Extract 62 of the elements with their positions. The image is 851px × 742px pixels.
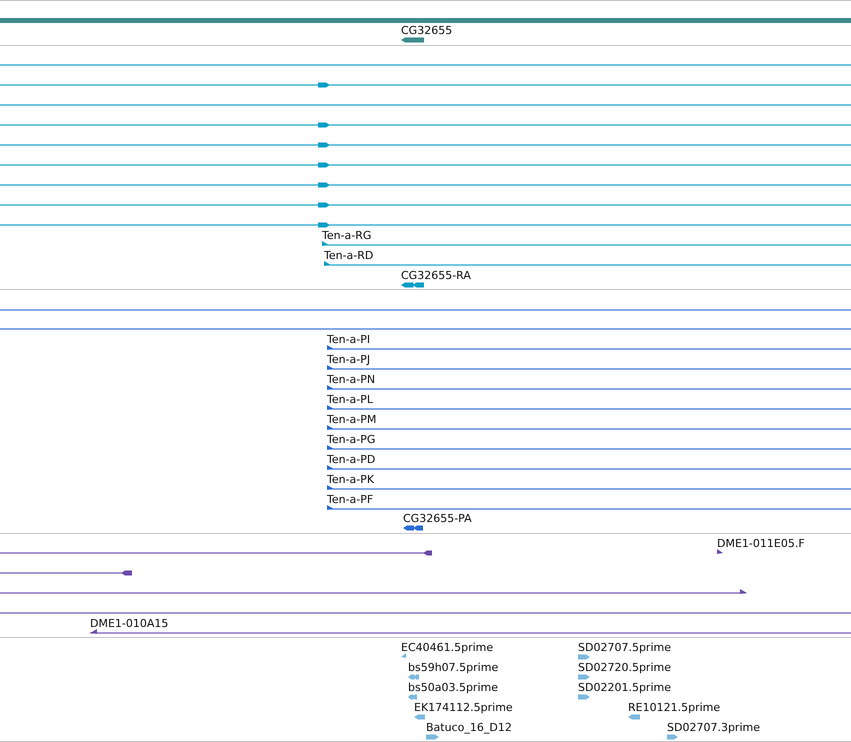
clone-feature[interactable] xyxy=(0,550,432,556)
protein-feature[interactable] xyxy=(327,505,851,510)
protein-feature[interactable] xyxy=(327,365,851,370)
est-feature[interactable] xyxy=(578,694,590,700)
est-feature[interactable] xyxy=(426,734,439,740)
feature-label: DME1-010A15 xyxy=(90,617,168,630)
feature-label: bs59h07.5prime xyxy=(408,661,498,674)
feature-label: Ten-a-RG xyxy=(322,229,372,242)
est-feature[interactable] xyxy=(578,674,590,680)
transcript-feature[interactable] xyxy=(0,202,851,208)
feature-label: Ten-a-PI xyxy=(327,333,370,346)
feature-label: bs50a03.5prime xyxy=(408,681,498,694)
protein-feature[interactable] xyxy=(327,445,851,450)
feature-label: SD02201.5prime xyxy=(578,681,671,694)
transcript-feature[interactable] xyxy=(324,261,851,266)
gene-feature[interactable] xyxy=(401,38,424,42)
feature-label: CG32655-RA xyxy=(401,269,471,282)
feature-label: Ten-a-PJ xyxy=(327,353,370,366)
feature-label: CG32655-PA xyxy=(403,512,472,525)
transcript-feature[interactable] xyxy=(0,142,851,148)
feature-label: Ten-a-PM xyxy=(327,413,376,426)
transcript-feature[interactable] xyxy=(0,82,851,88)
est-feature[interactable] xyxy=(578,654,590,660)
clone-feature[interactable] xyxy=(0,589,747,594)
feature-label: Ten-a-PL xyxy=(327,393,374,406)
protein-feature[interactable] xyxy=(327,465,851,470)
transcript-feature[interactable] xyxy=(401,282,424,288)
transcript-feature[interactable] xyxy=(322,241,851,246)
protein-feature[interactable] xyxy=(403,526,423,530)
clone-feature[interactable] xyxy=(90,629,851,634)
est-feature[interactable] xyxy=(408,694,417,700)
feature-label: Ten-a-PD xyxy=(327,453,376,466)
protein-feature[interactable] xyxy=(327,485,851,490)
transcript-feature[interactable] xyxy=(0,122,851,128)
est-feature[interactable] xyxy=(628,714,640,720)
transcript-feature[interactable] xyxy=(0,162,851,168)
protein-feature[interactable] xyxy=(327,405,851,410)
feature-label: Ten-a-RD xyxy=(324,249,374,262)
protein-feature[interactable] xyxy=(327,385,851,390)
feature-label: CG32655 xyxy=(401,24,452,37)
est-feature[interactable] xyxy=(401,653,406,658)
feature-label: Ten-a-PG xyxy=(327,433,376,446)
feature-label: DME1-011E05.F xyxy=(717,537,805,550)
protein-feature[interactable] xyxy=(327,425,851,430)
feature-label: SD02720.5prime xyxy=(578,661,671,674)
transcript-feature[interactable] xyxy=(0,182,851,188)
feature-label: Ten-a-PF xyxy=(327,493,374,506)
est-feature[interactable] xyxy=(414,714,425,720)
est-feature[interactable] xyxy=(408,674,419,680)
feature-label: EK174112.5prime xyxy=(414,701,513,714)
transcript-feature[interactable] xyxy=(0,222,851,228)
feature-label: RE10121.5prime xyxy=(628,701,720,714)
clone-feature[interactable] xyxy=(717,549,723,554)
clone-feature[interactable] xyxy=(0,570,132,576)
feature-label: SD02707.3prime xyxy=(667,721,760,734)
est-feature[interactable] xyxy=(667,734,678,740)
feature-label: Ten-a-PN xyxy=(327,373,376,386)
feature-label: EC40461.5prime xyxy=(401,641,494,654)
feature-label: Ten-a-PK xyxy=(327,473,374,486)
feature-label: SD02707.5prime xyxy=(578,641,671,654)
feature-label: Batuco_16_D12 xyxy=(426,721,512,734)
protein-feature[interactable] xyxy=(327,345,851,350)
